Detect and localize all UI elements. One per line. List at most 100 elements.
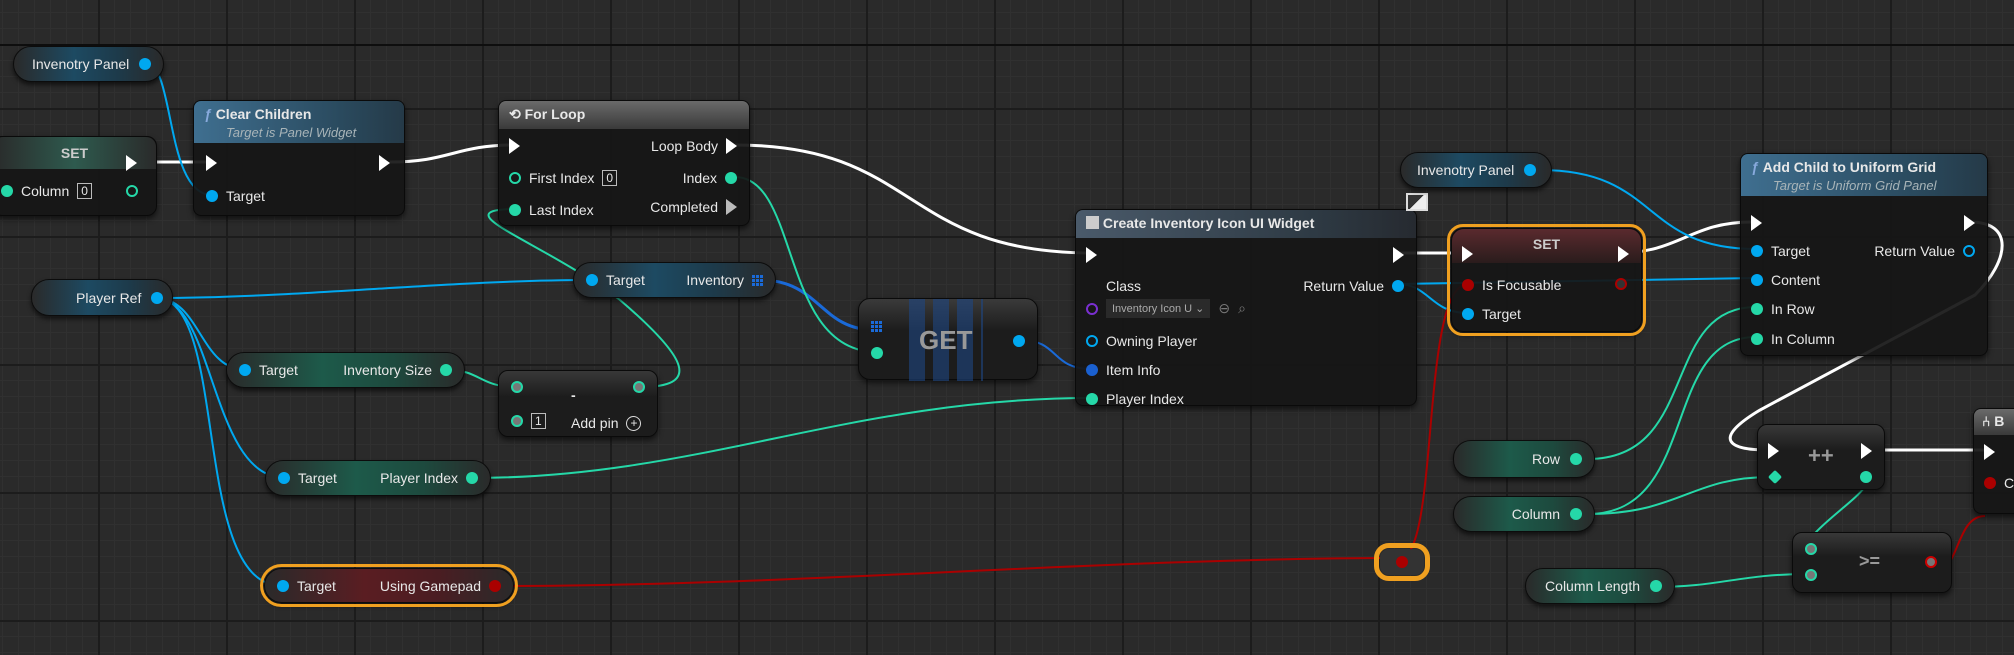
integer-input-pin[interactable] [1805, 569, 1817, 581]
array-input-pin[interactable] [871, 321, 882, 332]
player-ref-variable-node[interactable]: Player Ref [31, 279, 173, 316]
subtract-value-input[interactable]: 1 [531, 413, 546, 429]
object-input-pin[interactable] [1462, 308, 1474, 320]
integer-output-pin[interactable] [1860, 471, 1872, 483]
exec-input-pin[interactable] [1462, 246, 1473, 262]
object-output-pin[interactable] [151, 291, 164, 304]
pin-label: Target [1482, 306, 1521, 322]
object-output-pin[interactable] [1524, 164, 1537, 176]
integer-output-pin[interactable] [1650, 580, 1662, 592]
class-dropdown[interactable]: Inventory Icon U ⌄ [1106, 299, 1211, 318]
completed-exec-pin[interactable] [726, 199, 737, 215]
integer-input-pin[interactable] [1805, 543, 1817, 555]
boolean-output-pin[interactable] [1925, 556, 1937, 568]
integer-output-pin[interactable] [126, 185, 138, 197]
row-variable-node[interactable]: Row [1453, 440, 1595, 478]
integer-input-pin[interactable] [511, 381, 523, 393]
object-input-pin[interactable] [239, 364, 251, 376]
object-output-pin[interactable] [1963, 245, 1975, 257]
array-get-node[interactable]: GET [858, 298, 1038, 381]
boolean-output-pin[interactable] [489, 579, 501, 592]
class-input-pin[interactable] [1086, 302, 1098, 315]
object-output-pin[interactable] [1392, 280, 1404, 292]
pin-label: Last Index [529, 202, 594, 218]
condition-input-pin[interactable] [1984, 477, 1996, 489]
object-input-pin[interactable] [278, 472, 290, 484]
inventory-panel-variable-node[interactable]: Invenotry Panel [1400, 152, 1552, 188]
exec-output-pin[interactable] [1618, 246, 1629, 262]
object-input-pin[interactable] [1751, 274, 1763, 286]
boolean-input-pin[interactable] [1462, 279, 1474, 291]
exec-input-pin[interactable] [1086, 247, 1097, 263]
exec-input-pin[interactable] [509, 138, 520, 154]
index-input-pin[interactable] [871, 347, 883, 359]
exec-output-pin[interactable] [1964, 215, 1975, 231]
get-player-index-node[interactable]: Target Player Index [265, 460, 491, 496]
greater-equal-node[interactable]: >= [1792, 532, 1952, 593]
integer-input-pin[interactable] [1, 185, 13, 197]
increment-node[interactable]: ++ [1757, 424, 1885, 490]
reroute-pin[interactable] [1396, 556, 1408, 568]
get-inventory-size-node[interactable]: Target Inventory Size [226, 352, 465, 388]
create-widget-node[interactable]: Create Inventory Icon UI Widget Class In… [1075, 209, 1417, 407]
object-input-pin[interactable] [1086, 335, 1098, 347]
for-loop-node[interactable]: ⟲ For Loop Loop Body First Index 0 Index … [498, 100, 750, 226]
class-dropdown-value: Inventory Icon U [1112, 303, 1193, 315]
column-value-input[interactable]: 0 [77, 183, 92, 199]
object-input-pin[interactable] [206, 190, 218, 202]
object-input-pin[interactable] [586, 274, 598, 286]
add-pin-button[interactable]: Add pin + [571, 415, 642, 431]
clear-children-node[interactable]: ƒ Clear Children Target is Panel Widget T… [193, 100, 405, 216]
add-child-to-uniform-grid-node[interactable]: ƒ Add Child to Uniform Grid Target is Uni… [1740, 153, 1988, 356]
boolean-output-pin[interactable] [1615, 278, 1627, 290]
set-column-node[interactable]: SET Column 0 [0, 136, 157, 216]
struct-input-pin[interactable] [1086, 364, 1098, 376]
subtract-node[interactable]: - 1 Add pin + [498, 370, 658, 437]
exec-output-pin[interactable] [379, 155, 390, 171]
object-input-pin[interactable] [1751, 245, 1763, 257]
set-focusable-node[interactable]: SET Is Focusable Target [1447, 224, 1646, 336]
inventory-panel-variable-node[interactable]: Invenotry Panel [13, 46, 164, 82]
get-using-gamepad-node[interactable]: Target Using Gamepad [260, 564, 518, 607]
exec-input-pin[interactable] [1768, 443, 1779, 459]
exec-output-pin[interactable] [1393, 247, 1404, 263]
branch-node[interactable]: ⑃ B C [1973, 408, 2014, 514]
reroute-node[interactable] [1374, 543, 1430, 581]
column-length-variable-node[interactable]: Column Length [1525, 568, 1675, 604]
integer-input-pin[interactable] [509, 172, 521, 184]
integer-input-pin[interactable] [511, 415, 523, 427]
integer-output-pin[interactable] [440, 364, 452, 376]
pin-label: Target [226, 188, 265, 204]
object-input-pin[interactable] [277, 579, 289, 592]
object-output-pin[interactable] [1013, 335, 1025, 347]
object-output-pin[interactable] [139, 58, 152, 70]
node-title: For Loop [524, 106, 586, 122]
browse-back-icon[interactable]: ⊖ [1218, 300, 1230, 317]
integer-output-pin[interactable] [633, 381, 645, 393]
function-icon: ƒ [204, 106, 216, 122]
column-variable-node[interactable]: Column [1453, 496, 1595, 532]
first-index-input[interactable]: 0 [602, 170, 618, 186]
integer-output-pin[interactable] [1570, 453, 1582, 465]
integer-input-pin[interactable] [1086, 393, 1098, 405]
pin-label: Target [259, 362, 298, 378]
exec-input-pin[interactable] [1751, 215, 1762, 231]
get-inventory-node[interactable]: Target Inventory [573, 262, 776, 298]
loop-body-exec-pin[interactable] [726, 138, 737, 154]
exec-input-pin[interactable] [206, 155, 217, 171]
integer-output-pin[interactable] [1570, 508, 1582, 520]
integer-output-pin[interactable] [466, 472, 478, 484]
array-output-pin[interactable] [752, 274, 763, 286]
integer-input-pin[interactable] [509, 204, 521, 216]
variable-label: Invenotry Panel [1417, 162, 1515, 178]
integer-input-pin[interactable] [1751, 303, 1763, 315]
search-icon[interactable]: ⌕ [1238, 300, 1246, 317]
index-output-pin[interactable] [725, 172, 737, 184]
exec-output-pin[interactable] [126, 155, 137, 171]
integer-input-pin[interactable] [1751, 333, 1763, 345]
integer-input-pin[interactable] [1767, 469, 1783, 485]
node-title: SET [1452, 229, 1641, 263]
exec-output-pin[interactable] [1861, 443, 1872, 459]
exec-input-pin[interactable] [1984, 444, 1995, 460]
wire-object [155, 297, 286, 479]
